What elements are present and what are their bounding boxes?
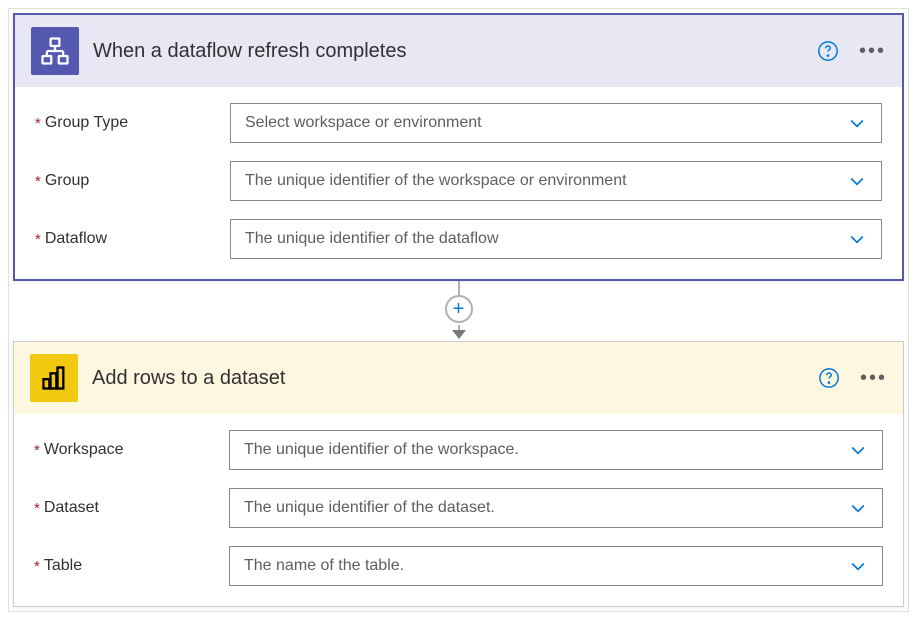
select-placeholder: The unique identifier of the dataset.	[244, 499, 495, 517]
required-indicator: *	[35, 231, 41, 248]
label-text: Dataset	[44, 499, 99, 517]
action-actions: •••	[818, 367, 887, 389]
group-type-label: * Group Type	[35, 114, 230, 132]
chevron-down-icon	[848, 498, 868, 518]
trigger-header[interactable]: When a dataflow refresh completes •••	[15, 15, 902, 87]
trigger-card[interactable]: When a dataflow refresh completes ••• * …	[13, 13, 904, 281]
dataset-select[interactable]: The unique identifier of the dataset.	[229, 488, 883, 528]
chevron-down-icon	[847, 171, 867, 191]
add-step-button[interactable]: +	[445, 295, 473, 323]
workspace-label: * Workspace	[34, 441, 229, 459]
required-indicator: *	[35, 173, 41, 190]
field-row-workspace: * Workspace The unique identifier of the…	[34, 430, 883, 470]
field-row-dataflow: * Dataflow The unique identifier of the …	[35, 219, 882, 259]
dataflow-label: * Dataflow	[35, 230, 230, 248]
workspace-select[interactable]: The unique identifier of the workspace.	[229, 430, 883, 470]
chevron-down-icon	[848, 440, 868, 460]
action-header[interactable]: Add rows to a dataset •••	[14, 342, 903, 414]
required-indicator: *	[35, 115, 41, 132]
trigger-body: * Group Type Select workspace or environ…	[15, 87, 902, 279]
trigger-actions: •••	[817, 40, 886, 62]
connector: +	[13, 281, 904, 341]
select-placeholder: The unique identifier of the dataflow	[245, 230, 499, 248]
action-title: Add rows to a dataset	[92, 367, 804, 390]
field-row-group: * Group The unique identifier of the wor…	[35, 161, 882, 201]
required-indicator: *	[34, 558, 40, 575]
more-options-icon[interactable]: •••	[860, 368, 887, 388]
group-type-select[interactable]: Select workspace or environment	[230, 103, 882, 143]
dataset-label: * Dataset	[34, 499, 229, 517]
select-placeholder: The unique identifier of the workspace.	[244, 441, 519, 459]
help-icon[interactable]	[818, 367, 840, 389]
select-placeholder: The name of the table.	[244, 557, 404, 575]
flow-canvas: When a dataflow refresh completes ••• * …	[8, 8, 909, 612]
chevron-down-icon	[847, 229, 867, 249]
select-placeholder: The unique identifier of the workspace o…	[245, 172, 627, 190]
field-row-group-type: * Group Type Select workspace or environ…	[35, 103, 882, 143]
action-body: * Workspace The unique identifier of the…	[14, 414, 903, 606]
powerbi-icon	[30, 354, 78, 402]
plus-icon: +	[453, 299, 465, 319]
label-text: Group	[45, 172, 89, 190]
dataflow-select[interactable]: The unique identifier of the dataflow	[230, 219, 882, 259]
table-select[interactable]: The name of the table.	[229, 546, 883, 586]
trigger-title: When a dataflow refresh completes	[93, 40, 803, 63]
chevron-down-icon	[848, 556, 868, 576]
required-indicator: *	[34, 500, 40, 517]
select-placeholder: Select workspace or environment	[245, 114, 482, 132]
required-indicator: *	[34, 442, 40, 459]
dataflow-icon	[31, 27, 79, 75]
group-select[interactable]: The unique identifier of the workspace o…	[230, 161, 882, 201]
label-text: Workspace	[44, 441, 124, 459]
field-row-dataset: * Dataset The unique identifier of the d…	[34, 488, 883, 528]
group-label: * Group	[35, 172, 230, 190]
action-card[interactable]: Add rows to a dataset ••• * Workspace Th…	[13, 341, 904, 607]
field-row-table: * Table The name of the table.	[34, 546, 883, 586]
chevron-down-icon	[847, 113, 867, 133]
label-text: Table	[44, 557, 82, 575]
arrow-down-icon	[450, 327, 468, 341]
help-icon[interactable]	[817, 40, 839, 62]
label-text: Group Type	[45, 114, 128, 132]
label-text: Dataflow	[45, 230, 107, 248]
more-options-icon[interactable]: •••	[859, 41, 886, 61]
table-label: * Table	[34, 557, 229, 575]
